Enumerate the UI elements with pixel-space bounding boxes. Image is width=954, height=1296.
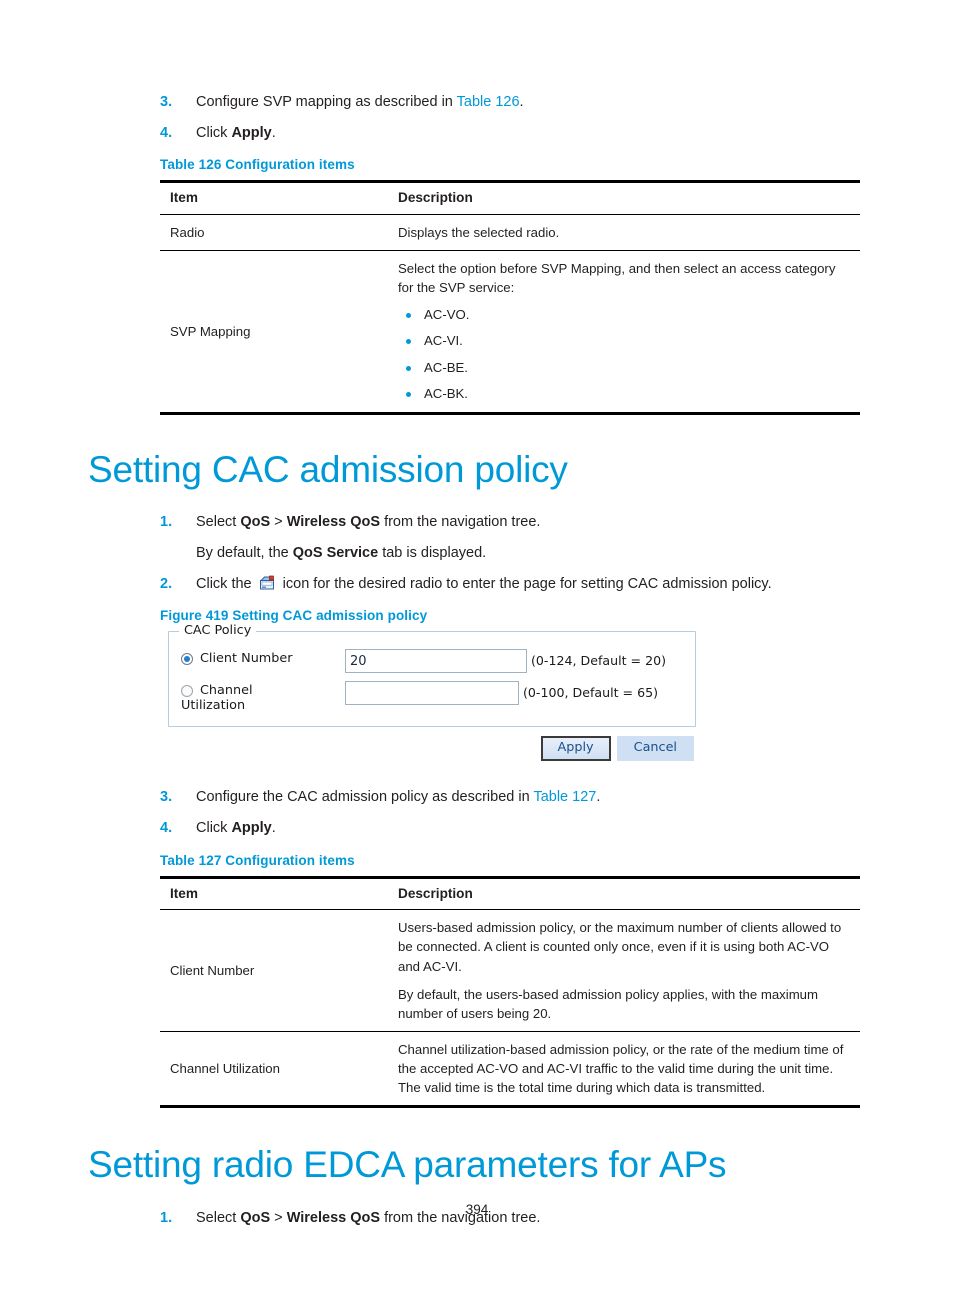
step-text-after: . — [596, 789, 601, 806]
cell-description: Select the option before SVP Mapping, an… — [388, 250, 860, 415]
table-126-caption: Table 126 Configuration items — [160, 157, 355, 173]
step-number: 3. — [160, 94, 173, 110]
description-paragraph: Users-based admission policy, or the max… — [398, 920, 842, 974]
cell-item: Channel Utilization — [160, 1031, 388, 1109]
step-text-a: Select — [196, 514, 241, 531]
column-header-description: Description — [388, 875, 860, 911]
table-126: Item Description Radio Displays the sele… — [160, 180, 860, 415]
table-row: Radio Displays the selected radio. — [160, 214, 860, 252]
page-title-edca: Setting radio EDCA parameters for APs — [88, 1144, 727, 1186]
step-item: 1. Select QoS > Wireless QoS from the na… — [0, 512, 954, 533]
step-text-a: Click the — [196, 575, 256, 592]
figure-419-cac-policy-screenshot: CAC Policy Client Number 20 (0-124, Defa… — [168, 623, 696, 762]
list-item: AC-VO. — [398, 306, 850, 323]
column-header-item: Item — [160, 180, 388, 215]
channel-utilization-row: Channel Utilization (0-100, Default = 65… — [169, 678, 695, 716]
step-item: 4. Click Apply. — [0, 818, 954, 839]
step-text-after: . — [519, 94, 524, 110]
substep-text: By default, the QoS Service tab is displ… — [0, 543, 954, 564]
cell-description: Users-based admission policy, or the max… — [388, 909, 860, 1033]
step-item: 4. Click Apply. — [0, 123, 954, 144]
wireless-qos-keyword: Wireless QoS — [286, 514, 381, 531]
step-number: 4. — [160, 124, 173, 141]
step-text-c: from the navigation tree. — [380, 514, 541, 531]
figure-button-row: Apply Cancel — [168, 727, 694, 762]
client-number-row: Client Number 20 (0-124, Default = 20) — [169, 646, 695, 678]
step-text-b: icon for the desired radio to enter the … — [278, 575, 772, 592]
cac-policy-fieldset: CAC Policy Client Number 20 (0-124, Defa… — [168, 623, 696, 728]
step-text-sep: > — [270, 514, 287, 531]
list-item: AC-BK. — [398, 385, 850, 402]
list-item: AC-VI. — [398, 332, 850, 349]
description-paragraph: Displays the selected radio. — [398, 224, 560, 240]
table-header-row: Item Description — [160, 180, 860, 215]
step-text-before: Click — [196, 820, 232, 837]
description-paragraph: By default, the users-based admission po… — [398, 986, 818, 1021]
step-text: Select QoS > Wireless QoS from the navig… — [160, 512, 540, 533]
channel-utilization-input[interactable] — [345, 681, 519, 706]
cell-item: SVP Mapping — [160, 250, 388, 415]
step-text-before: Click — [196, 124, 232, 141]
page-number: 394 — [465, 1202, 489, 1217]
cell-item: Radio — [160, 214, 388, 252]
step-text: Configure SVP mapping as described in Ta… — [160, 92, 524, 113]
apply-keyword: Apply — [231, 820, 272, 837]
table-127-caption: Table 127 Configuration items — [160, 852, 355, 868]
channel-utilization-radio-label[interactable]: Channel Utilization — [181, 681, 345, 713]
column-header-item: Item — [160, 875, 388, 911]
step-number: 4. — [160, 820, 173, 837]
step-text: Configure the CAC admission policy as de… — [160, 787, 600, 808]
substep-text-c: tab is displayed. — [378, 544, 487, 561]
channel-utilization-radio[interactable] — [181, 685, 193, 698]
client-number-hint: (0-124, Default = 20) — [531, 653, 667, 669]
table-row: Client Number Users-based admission poli… — [160, 909, 860, 1033]
description-paragraph: Select the option before SVP Mapping, an… — [398, 261, 836, 296]
apply-keyword: Apply — [231, 124, 272, 141]
figure-419-caption: Figure 419 Setting CAC admission policy — [160, 608, 428, 624]
step-number: 2. — [160, 575, 173, 592]
step-number: 1. — [160, 514, 173, 531]
channel-utilization-label-line1: Channel — [200, 683, 253, 699]
step-text-after: . — [271, 124, 276, 141]
channel-utilization-hint: (0-100, Default = 65) — [523, 685, 659, 701]
qos-service-keyword: QoS Service — [292, 544, 379, 561]
cancel-button[interactable]: Cancel — [616, 736, 694, 762]
step-item: 3. Configure the CAC admission policy as… — [0, 787, 954, 808]
qos-keyword: QoS — [240, 514, 271, 531]
table-row: Channel Utilization Channel utilization-… — [160, 1031, 860, 1109]
table-127-crossref[interactable]: Table 127 — [533, 789, 596, 805]
table-127: Item Description Client Number Users-bas… — [160, 875, 860, 1109]
step-item: 2. Click the icon for the desired radio … — [0, 574, 954, 595]
client-number-input[interactable]: 20 — [345, 649, 527, 674]
table-126-crossref[interactable]: Table 126 — [457, 94, 520, 110]
list-item: AC-BE. — [398, 359, 850, 376]
apply-button[interactable]: Apply — [540, 736, 611, 762]
client-number-radio[interactable] — [181, 653, 193, 666]
table-row: SVP Mapping Select the option before SVP… — [160, 250, 860, 415]
step-number: 3. — [160, 789, 173, 806]
step-text-after: . — [271, 820, 276, 837]
client-number-label-text: Client Number — [200, 651, 293, 667]
radio-device-icon — [259, 575, 276, 591]
step-item: 3. Configure SVP mapping as described in… — [0, 92, 954, 113]
cell-description: Channel utilization-based admission poli… — [388, 1031, 860, 1109]
column-header-description: Description — [388, 180, 860, 215]
cac-policy-legend: CAC Policy — [179, 623, 257, 639]
cell-description: Displays the selected radio. — [388, 214, 860, 252]
cell-item: Client Number — [160, 909, 388, 1033]
page-title-cac: Setting CAC admission policy — [88, 448, 568, 490]
document-page: 3. Configure SVP mapping as described in… — [0, 0, 954, 1296]
step-text-before: Configure the CAC admission policy as de… — [196, 789, 534, 806]
access-category-list: AC-VO. AC-VI. AC-BE. AC-BK. — [398, 306, 850, 402]
channel-utilization-label-line2: Utilization — [181, 697, 246, 713]
client-number-radio-label[interactable]: Client Number — [181, 649, 345, 667]
substep-text-a: By default, the — [196, 544, 293, 561]
table-header-row: Item Description — [160, 875, 860, 911]
step-text: Click the icon for the desired radio to … — [160, 574, 772, 595]
channel-utilization-label-text: Channel Utilization — [181, 683, 253, 713]
description-paragraph: Channel utilization-based admission poli… — [398, 1042, 844, 1096]
step-text-before: Configure SVP mapping as described in — [196, 94, 457, 110]
